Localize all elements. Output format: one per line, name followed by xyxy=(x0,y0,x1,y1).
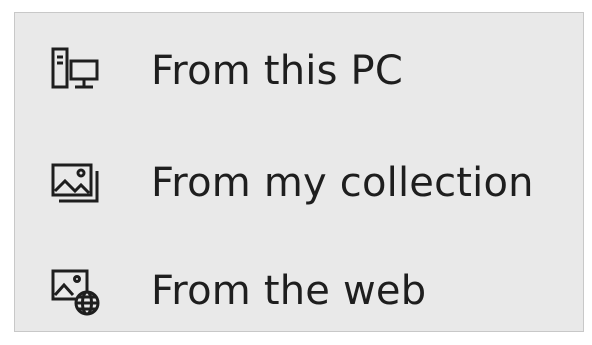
web-image-icon xyxy=(47,263,103,319)
computer-icon xyxy=(47,43,103,99)
photos-icon xyxy=(47,155,103,211)
menu-item-label: From this PC xyxy=(151,48,403,94)
menu-item-from-the-web[interactable]: From the web xyxy=(15,243,583,339)
menu-item-label: From my collection xyxy=(151,160,534,206)
menu-item-from-my-collection[interactable]: From my collection xyxy=(15,135,583,231)
insert-image-menu: From this PC From my collection From the… xyxy=(14,12,584,332)
menu-item-label: From the web xyxy=(151,268,427,314)
menu-item-from-this-pc[interactable]: From this PC xyxy=(15,23,583,119)
